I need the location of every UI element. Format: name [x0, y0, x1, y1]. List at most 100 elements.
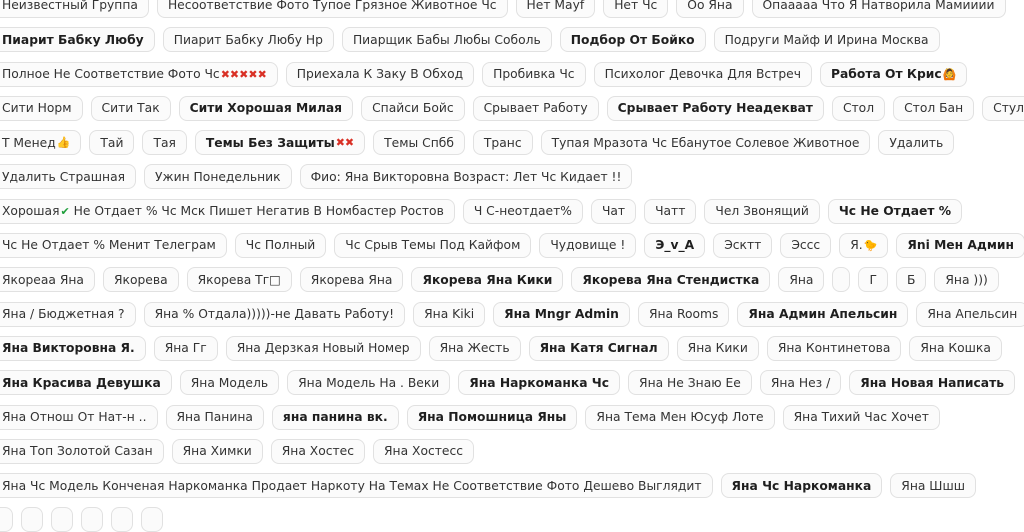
tag-chip[interactable]: Яна Катя Сигнал	[528, 335, 669, 361]
tag-chip[interactable]: Тая	[142, 130, 187, 156]
tag-chip[interactable]: Яна	[778, 267, 825, 293]
tag-chip[interactable]: Яна Помошница Яны	[406, 404, 578, 430]
tag-chip[interactable]: Хорошая ✔ Не Отдает % Чс Мск Пишет Негати…	[0, 198, 455, 224]
tag-chip[interactable]: Яна Жесть	[428, 335, 521, 361]
tag-chip[interactable]: Психолог Девочка Для Встреч	[593, 61, 812, 87]
tag-chip[interactable]: Темы Без Защиты ✖✖	[194, 130, 366, 156]
tag-chip[interactable]: Яна Новая Написать	[849, 370, 1016, 396]
tag-chip[interactable]: Нет Mayf	[515, 0, 596, 18]
tag-chip[interactable]: Чел Звонящий	[704, 198, 820, 224]
tag-chip[interactable]: Яна Хостесс	[373, 438, 474, 464]
tag-chip[interactable]: Тупая Мразота Чс Ебанутое Солевое Животн…	[540, 130, 871, 156]
tag-chip[interactable]: Сити Так	[90, 95, 171, 121]
tag-chip[interactable]: Транс	[472, 130, 533, 156]
tag-chip[interactable]: Яна Админ Апельсин	[737, 301, 909, 327]
tag-chip[interactable]: Яна Наркоманка Чс	[458, 370, 621, 396]
tag-chip[interactable]: Яна Модель	[179, 370, 280, 396]
tag-chip[interactable]: Яна Красива Девушка	[0, 370, 172, 396]
tag-chip[interactable]: Нет Чс	[603, 0, 669, 18]
tag-chip[interactable]: Фио: Яна Викторовна Возраст: Лет Чс Кида…	[299, 164, 633, 190]
tag-chip[interactable]: Чс Полный	[234, 233, 327, 259]
tag-chip[interactable]: Яна Тема Мен Юсуф Лоте	[585, 404, 775, 430]
tag-chip[interactable]: Чудовище !	[539, 233, 637, 259]
tag-chip[interactable]: Эсктт	[713, 233, 773, 259]
tag-chip[interactable]: Яна Панина	[165, 404, 264, 430]
tag-chip[interactable]: Пробивка Чс	[482, 61, 586, 87]
tag-chip[interactable]: Сити Норм	[0, 95, 83, 121]
tag-chip[interactable]: Яна Апельсин	[916, 301, 1024, 327]
tag-chip[interactable]: Яni Мен Админ	[896, 233, 1024, 259]
tag-chip[interactable]: Пиарит Бабку Любу	[0, 27, 155, 53]
tag-chip[interactable]: Якореаа Яна	[0, 267, 95, 293]
tag-chip[interactable]: Подбор От Бойко	[559, 27, 706, 53]
tag-chip[interactable]	[111, 507, 133, 532]
tag-chip[interactable]: Яна Тихий Час Хочет	[782, 404, 940, 430]
tag-chip[interactable]: Э_v_A	[644, 233, 706, 259]
tag-chip[interactable]: Яна Rooms	[637, 301, 730, 327]
tag-chip[interactable]: Стол Бан	[893, 95, 975, 121]
tag-chip[interactable]: Яна Викторовна Я.	[0, 335, 146, 361]
tag-chip[interactable]: Срывает Работу Неадекват	[606, 95, 824, 121]
tag-chip[interactable]: Оо Яна	[676, 0, 744, 18]
tag-chip[interactable]: Яна Химки	[171, 438, 263, 464]
tag-chip[interactable]: Приехала К Заку В Обход	[285, 61, 475, 87]
tag-chip[interactable]: Срывает Работу	[472, 95, 599, 121]
tag-chip[interactable]: Яна % Отдала)))))-не Давать Работу!	[143, 301, 406, 327]
tag-chip[interactable]: Ч С-неотдает%	[462, 198, 583, 224]
tag-chip[interactable]: Полное Не Соответствие Фото Чс ✖✖✖✖✖	[0, 61, 278, 87]
tag-chip[interactable]: Несоответствие Фото Тупое Грязное Животн…	[156, 0, 508, 18]
tag-chip[interactable]: Пиарит Бабку Любу Нр	[162, 27, 334, 53]
tag-chip[interactable]: Якорева Яна Стендистка	[571, 267, 771, 293]
tag-chip[interactable]: Яна Хостес	[270, 438, 365, 464]
tag-chip[interactable]	[51, 507, 73, 532]
tag-chip[interactable]: Удалить Страшная	[0, 164, 137, 190]
tag-chip[interactable]: Яна / Бюджетная ?	[0, 301, 136, 327]
tag-chip[interactable]: Яна )))	[934, 267, 999, 293]
tag-chip[interactable]: Темы Спбб	[373, 130, 465, 156]
tag-chip[interactable]: Ужин Понедельник	[144, 164, 292, 190]
tag-chip[interactable]: Б	[895, 267, 927, 293]
tag-chip[interactable]: Яна Шшш	[890, 473, 976, 499]
tag-chip[interactable]: Неизвестный Группа	[0, 0, 149, 18]
tag-chip[interactable]: Якорева Яна Кики	[411, 267, 564, 293]
tag-chip[interactable]	[832, 267, 851, 293]
tag-chip[interactable]: Яна Mngr Admin	[493, 301, 630, 327]
tag-chip[interactable]: Яна Отнош От Нат-н ..	[0, 404, 158, 430]
tag-chip[interactable]: Яна Не Знаю Ее	[628, 370, 752, 396]
tag-chip[interactable]: Яна Чс Наркоманка	[720, 473, 883, 499]
tag-chip[interactable]	[81, 507, 103, 532]
tag-chip[interactable]: Эссс	[780, 233, 832, 259]
tag-chip[interactable]: Опааааа Что Я Натворила Мамииии	[751, 0, 1006, 18]
tag-chip[interactable]: Я. 🐤	[839, 233, 889, 259]
tag-chip[interactable]: Яна Нез /	[759, 370, 842, 396]
tag-chip[interactable]: Яна Kiki	[413, 301, 486, 327]
tag-chip[interactable]	[141, 507, 163, 532]
tag-chip[interactable]: Чатт	[644, 198, 697, 224]
tag-chip[interactable]: Пиарщик Бабы Любы Соболь	[341, 27, 552, 53]
tag-chip[interactable]: Чс Не Отдает %	[827, 198, 963, 224]
tag-chip[interactable]: Яна Модель На . Веки	[287, 370, 451, 396]
tag-chip[interactable]: Чс Не Отдает % Менит Телеграм	[0, 233, 227, 259]
tag-chip[interactable]: Чат	[590, 198, 637, 224]
tag-chip[interactable]: Якорева	[102, 267, 179, 293]
tag-chip[interactable]: Стул❤	[982, 95, 1024, 121]
tag-chip[interactable]: Тай	[89, 130, 135, 156]
tag-chip[interactable]: Яна Дерзкая Новый Номер	[225, 335, 421, 361]
tag-chip[interactable]: Стол	[831, 95, 886, 121]
tag-chip[interactable]: Сити Хорошая Милая	[178, 95, 354, 121]
tag-chip[interactable]: Чс Срыв Темы Под Кайфом	[334, 233, 532, 259]
tag-chip[interactable]: Подруги Майф И Ирина Москва	[713, 27, 940, 53]
tag-chip[interactable]: Г	[858, 267, 888, 293]
tag-chip[interactable]	[21, 507, 43, 532]
tag-chip[interactable]: Яна Кошка	[909, 335, 1002, 361]
tag-chip[interactable]: Яна Континетова	[766, 335, 902, 361]
tag-chip[interactable]: яна панина вк.	[271, 404, 399, 430]
tag-chip[interactable]: Удалить	[878, 130, 955, 156]
tag-chip[interactable]	[0, 507, 13, 532]
tag-chip[interactable]: Якорева Яна	[299, 267, 404, 293]
tag-chip[interactable]: Работа От Крис 🙆	[819, 61, 968, 87]
tag-chip[interactable]: Яна Гг	[153, 335, 218, 361]
tag-chip[interactable]: Яна Чс Модель Конченая Наркоманка Продае…	[0, 473, 713, 499]
tag-chip[interactable]: Т Менед 👍	[0, 130, 82, 156]
tag-chip[interactable]: Яна Топ Золотой Сазан	[0, 438, 164, 464]
